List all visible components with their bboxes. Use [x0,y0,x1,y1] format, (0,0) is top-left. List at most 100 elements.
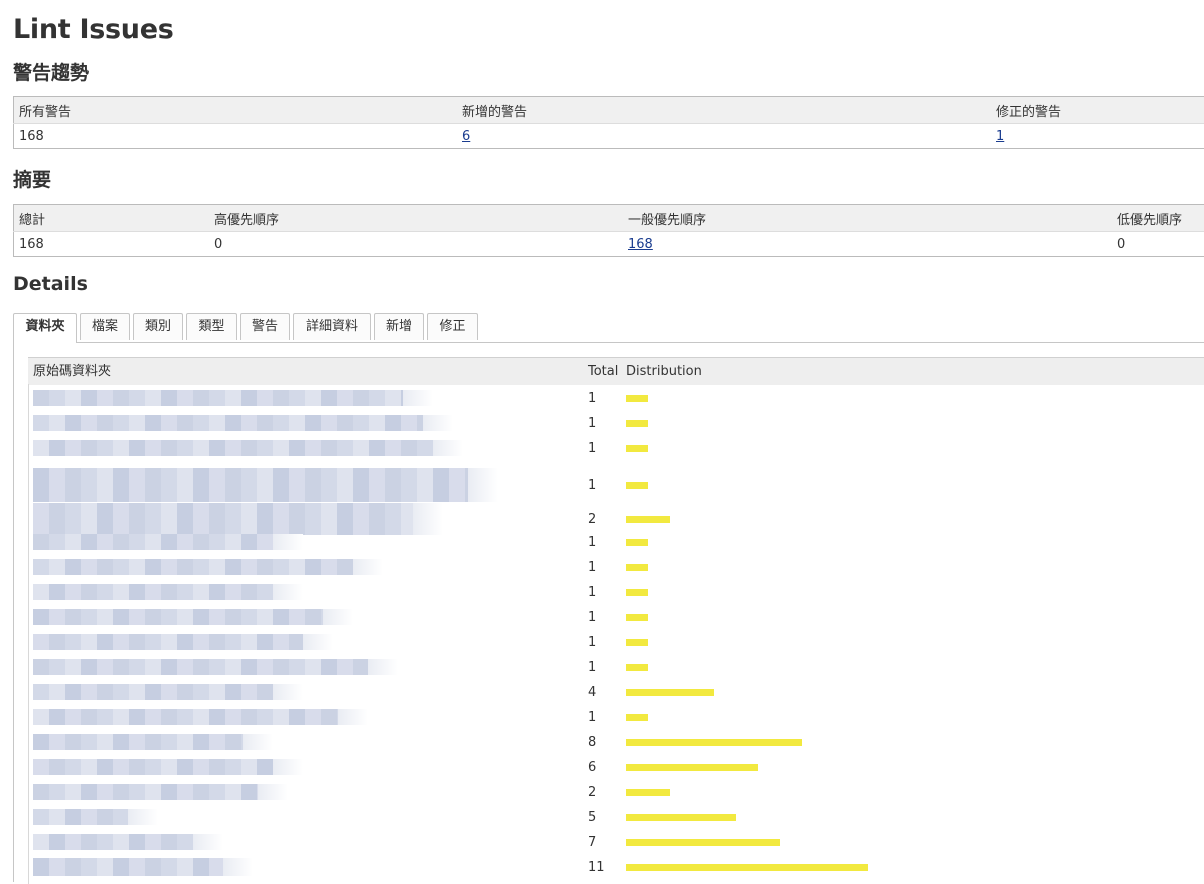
row-total: 1 [588,416,618,431]
table-row[interactable]: 11 [28,858,1204,876]
summary-col-normal: 一般優先順序 [623,205,1112,232]
table-row[interactable]: 1 [28,468,1204,502]
table-row[interactable]: 5 [28,809,1204,825]
redacted-folder-name[interactable] [33,709,368,725]
table-row[interactable]: 1 [28,534,1204,550]
tab-folders[interactable]: 資料夾 [13,313,77,343]
row-total: 7 [588,835,618,850]
redacted-folder-name[interactable] [33,415,453,431]
col-total[interactable]: Total [588,358,618,385]
tab-categories[interactable]: 類別 [133,313,183,340]
distribution-bar [626,539,648,546]
folders-table-header: 原始碼資料夾 Total Distribution [28,357,1204,385]
redacted-folder-name[interactable] [33,534,303,550]
distribution-bar [626,689,714,696]
distribution-bar [626,664,648,671]
trend-col-all: 所有警告 [14,97,458,124]
summary-high-value: 0 [209,232,623,257]
tab-types[interactable]: 類型 [186,313,237,340]
row-total: 5 [588,810,618,825]
table-row[interactable]: 2 [28,503,1204,535]
distribution-bar [626,564,648,571]
trend-new-link[interactable]: 6 [462,129,470,144]
redacted-folder-name[interactable] [33,584,303,600]
row-total: 2 [588,785,618,800]
distribution-bar [626,639,648,646]
table-row[interactable]: 1 [28,415,1204,431]
redacted-folder-name[interactable] [33,784,288,800]
table-row[interactable]: 1 [28,609,1204,625]
summary-heading: 摘要 [13,165,51,192]
table-row[interactable]: 1 [28,659,1204,675]
distribution-bar [626,395,648,402]
tab-new[interactable]: 新增 [374,313,424,340]
row-total: 1 [588,710,618,725]
distribution-bar [626,445,648,452]
distribution-bar [626,789,670,796]
row-total: 8 [588,735,618,750]
redacted-folder-name[interactable] [33,503,443,535]
row-total: 1 [588,610,618,625]
trend-fixed-link[interactable]: 1 [996,129,1004,144]
tab-fixed[interactable]: 修正 [427,313,478,340]
distribution-bar [626,839,780,846]
table-row[interactable]: 1 [28,390,1204,406]
distribution-bar [626,516,670,523]
trend-value-row: 168 6 1 [14,124,1204,149]
table-row[interactable]: 7 [28,834,1204,850]
distribution-bar [626,482,648,489]
tab-files[interactable]: 檔案 [80,313,130,340]
redacted-folder-name[interactable] [33,440,463,456]
distribution-bar [626,714,648,721]
trend-all-value: 168 [14,124,458,149]
trend-header-row: 所有警告 新增的警告 修正的警告 [14,97,1204,124]
redacted-folder-name[interactable] [33,834,223,850]
page-title: Lint Issues [13,14,173,45]
redacted-folder-name[interactable] [33,684,303,700]
table-row[interactable]: 6 [28,759,1204,775]
distribution-bar [626,589,648,596]
table-row[interactable]: 1 [28,709,1204,725]
summary-table: 總計 高優先順序 一般優先順序 低優先順序 168 0 168 0 [13,204,1204,257]
table-row[interactable]: 4 [28,684,1204,700]
redacted-folder-name[interactable] [33,858,253,876]
trend-table: 所有警告 新增的警告 修正的警告 168 6 1 [13,96,1204,149]
table-row[interactable]: 8 [28,734,1204,750]
row-total: 4 [588,685,618,700]
table-row[interactable]: 1 [28,440,1204,456]
redacted-folder-name[interactable] [33,809,158,825]
table-row[interactable]: 2 [28,784,1204,800]
col-source-folder[interactable]: 原始碼資料夾 [33,358,111,385]
trend-col-fixed: 修正的警告 [991,97,1204,124]
distribution-bar [626,420,648,427]
row-total: 1 [588,585,618,600]
row-total: 1 [588,560,618,575]
distribution-bar [626,864,868,871]
row-total: 1 [588,535,618,550]
summary-col-low: 低優先順序 [1112,205,1204,232]
redacted-folder-name[interactable] [33,659,398,675]
redacted-folder-name[interactable] [33,634,333,650]
distribution-bar [626,814,736,821]
redacted-folder-name[interactable] [33,468,498,502]
summary-col-high: 高優先順序 [209,205,623,232]
redacted-folder-name[interactable] [33,759,303,775]
table-row[interactable]: 1 [28,559,1204,575]
trend-col-new: 新增的警告 [457,97,991,124]
summary-normal-link[interactable]: 168 [628,237,653,252]
tab-details[interactable]: 詳細資料 [293,313,371,340]
table-row[interactable]: 1 [28,634,1204,650]
trend-heading: 警告趨勢 [13,58,89,85]
tab-warnings[interactable]: 警告 [240,313,290,340]
row-total: 1 [588,478,618,493]
details-heading: Details [13,273,88,295]
row-total: 1 [588,635,618,650]
redacted-folder-name[interactable] [33,609,353,625]
row-total: 2 [588,512,618,527]
table-row[interactable]: 1 [28,584,1204,600]
col-distribution[interactable]: Distribution [626,358,702,385]
redacted-folder-name[interactable] [33,559,383,575]
redacted-folder-name[interactable] [33,390,433,406]
row-total: 1 [588,391,618,406]
redacted-folder-name[interactable] [33,734,273,750]
